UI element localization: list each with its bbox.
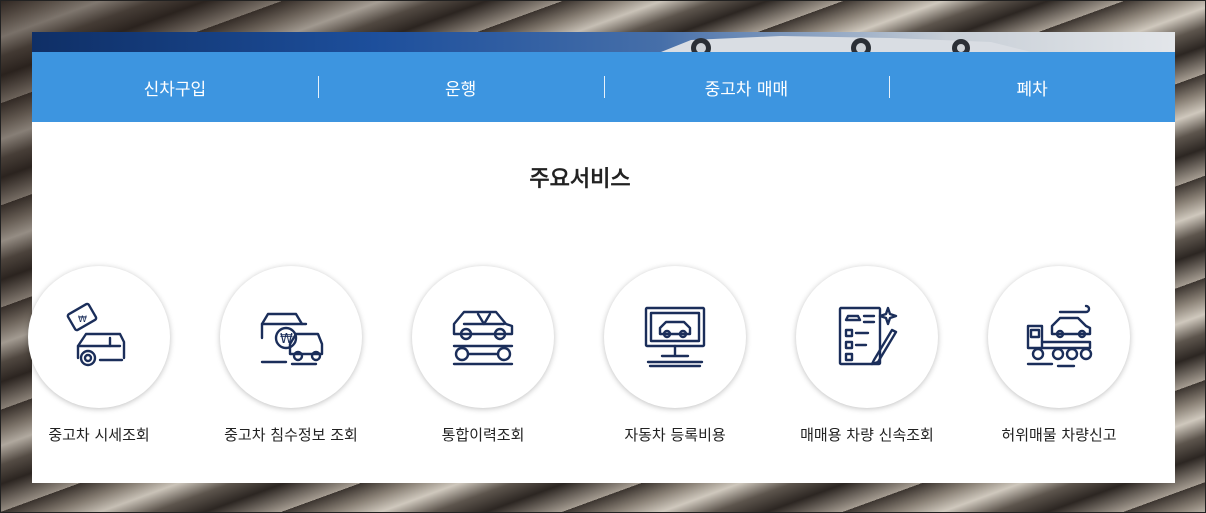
tab-driving[interactable]: 운행 [317,52,604,122]
tab-used-car-trade[interactable]: 중고차 매매 [603,52,890,122]
service-used-car-price[interactable]: ₩ 중고차 시세조회 [4,266,194,445]
service-history[interactable]: 통합이력조회 [388,266,578,445]
background-photo: 신차구입 운행 중고차 매매 폐차 주요서비스 ₩ 중고차 시세조회 ₩ 중고차… [0,0,1206,513]
service-quick-lookup[interactable]: 매매용 차량 신속조회 [772,266,962,445]
service-icon-circle [604,266,746,408]
service-icon-circle [412,266,554,408]
service-false-listing-report[interactable]: 허위매물 차량신고 [964,266,1154,445]
service-icon-circle [796,266,938,408]
svg-text:₩: ₩ [78,315,87,325]
service-label: 중고차 시세조회 [48,426,150,444]
hero-car-image [661,36,1031,52]
tab-scrap[interactable]: 폐차 [889,52,1175,122]
service-label: 중고차 침수정보 조회 [224,426,358,444]
car-monitor-icon [644,306,706,368]
section-title: 주요서비스 [529,167,631,192]
service-icon-circle: ₩ [28,266,170,408]
service-flood-info[interactable]: ₩ 중고차 침수정보 조회 [196,266,386,445]
service-label: 통합이력조회 [441,426,525,444]
car-repair-wrench-icon [452,310,514,366]
service-label: 허위매물 차량신고 [1001,426,1117,444]
service-label: 자동차 등록비용 [624,426,726,444]
flooded-cars-icon: ₩ [260,312,324,366]
document-pen-icon [838,306,898,366]
tab-new-car[interactable]: 신차구입 [32,52,318,122]
service-label: 매매용 차량 신속조회 [800,426,934,444]
service-registration-cost[interactable]: 자동차 등록비용 [580,266,770,445]
category-nav: 신차구입 운행 중고차 매매 폐차 [32,52,1175,122]
price-tag-car-icon: ₩ [66,302,126,367]
main-panel: 신차구입 운행 중고차 매매 폐차 주요서비스 ₩ 중고차 시세조회 ₩ 중고차… [28,52,1175,483]
service-icon-circle: ₩ [220,266,362,408]
service-icon-circle [988,266,1130,408]
tow-truck-icon [1026,304,1093,368]
